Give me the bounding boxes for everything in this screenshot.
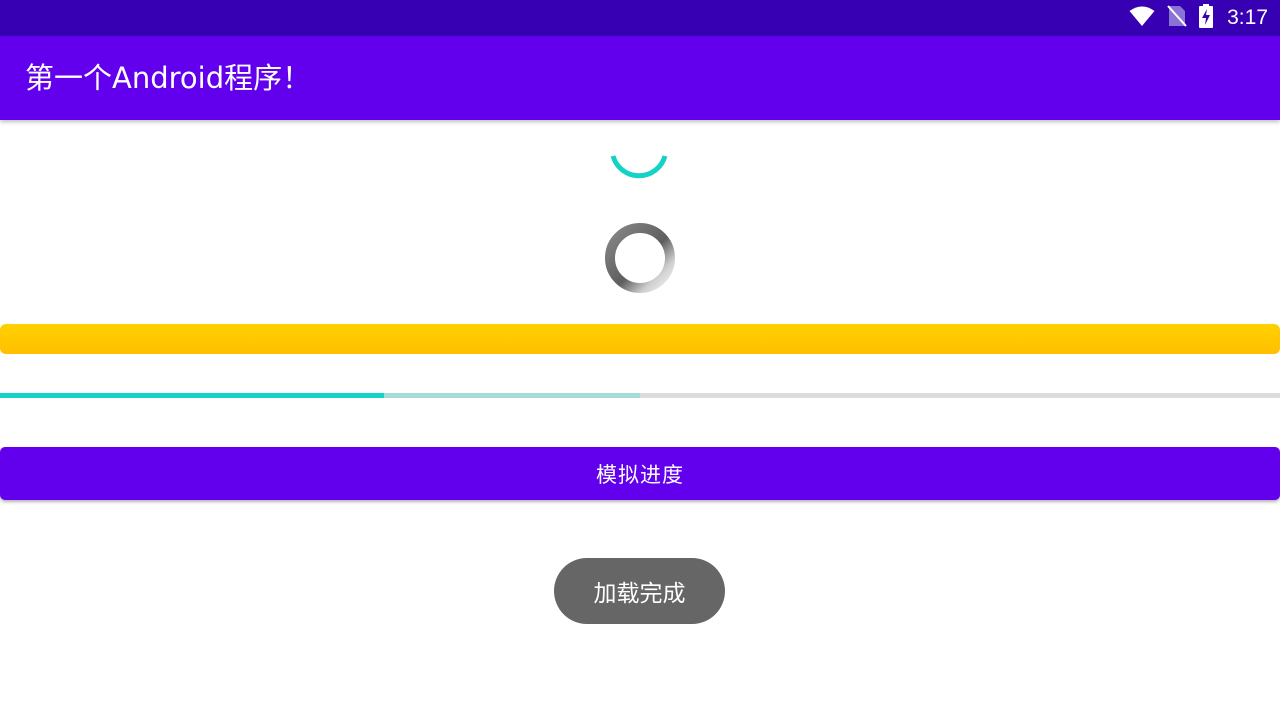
- horizontal-progress-bar: [0, 393, 1280, 398]
- toast-text: 加载完成: [593, 581, 686, 607]
- app-title: 第一个Android程序！: [25, 61, 312, 95]
- yellow-progress-bar: [0, 324, 1280, 354]
- status-bar: 3:17: [0, 0, 1280, 36]
- gray-circular-progress: [603, 221, 677, 295]
- toast-message: 加载完成: [554, 558, 725, 624]
- teal-circular-progress: [604, 128, 674, 198]
- simulate-progress-button[interactable]: 模拟进度: [0, 447, 1280, 500]
- status-time: 3:17: [1227, 6, 1268, 29]
- wifi-icon: [1129, 5, 1155, 31]
- status-icons: 3:17: [1129, 0, 1268, 36]
- app-bar: 第一个Android程序！: [0, 36, 1280, 120]
- no-sim-icon: [1167, 5, 1187, 31]
- simulate-progress-label: 模拟进度: [596, 462, 684, 487]
- primary-progress: [0, 393, 384, 398]
- battery-charging-icon: [1199, 4, 1214, 32]
- app-screen: 3:17 第一个Android程序！ 模拟进度 加载完成: [0, 0, 1280, 720]
